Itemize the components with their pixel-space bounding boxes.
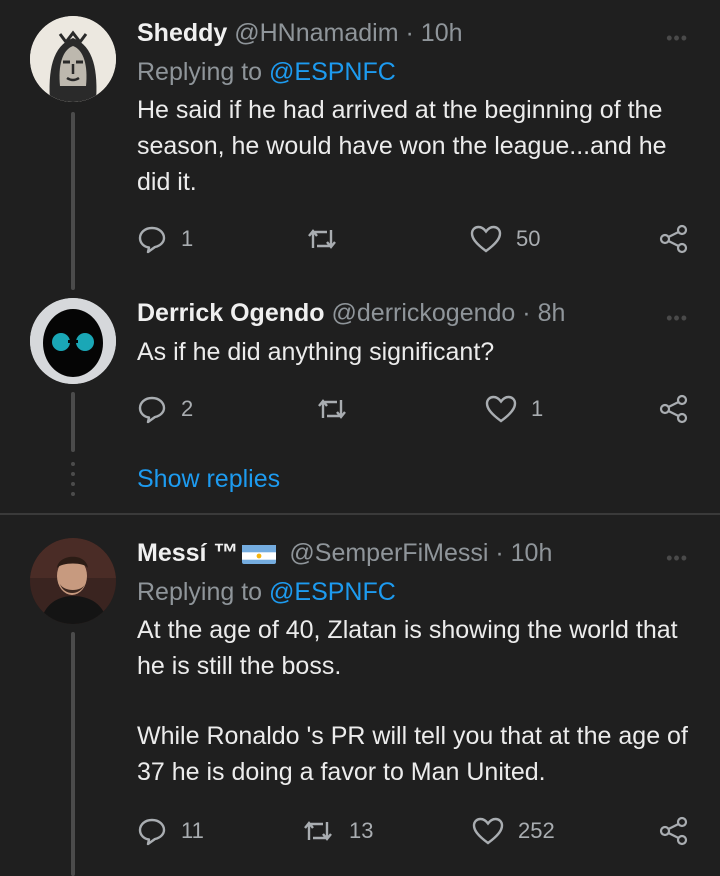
argentina-flag-icon <box>242 542 277 564</box>
divider <box>0 513 720 515</box>
more-icon[interactable]: ••• <box>666 28 688 49</box>
like-icon <box>470 225 502 253</box>
replying-to: Replying to @ESPNFC <box>137 574 688 610</box>
avatar[interactable] <box>30 16 116 102</box>
tweet-text: He said if he had arrived at the beginni… <box>137 96 667 196</box>
sunglasses-avatar <box>30 298 116 384</box>
share-button[interactable] <box>659 224 689 254</box>
tweet-header: Messí ™ @SemperFiMessi · 10h <box>137 536 688 570</box>
reply-icon <box>138 226 166 254</box>
tweet-1[interactable]: Sheddy @HNnamadim · 10h ••• Replying to … <box>0 0 720 300</box>
like-button[interactable]: 1 <box>485 394 543 424</box>
reply-count: 11 <box>181 818 204 843</box>
retweet-button[interactable] <box>315 394 363 424</box>
reply-icon <box>138 818 166 846</box>
reply-count: 1 <box>181 226 194 251</box>
like-icon <box>472 817 504 845</box>
avatar[interactable] <box>30 298 116 384</box>
retweet-icon <box>318 399 346 419</box>
tweet-3[interactable]: Messí ™ @SemperFiMessi · 10h ••• Replyin… <box>0 536 720 876</box>
like-count: 50 <box>516 226 541 251</box>
action-bar: 11 13 252 <box>137 816 697 856</box>
retweet-button[interactable]: 13 <box>301 816 373 846</box>
share-button[interactable] <box>659 394 689 424</box>
tweet-content: Sheddy @HNnamadim · 10h ••• Replying to … <box>137 16 688 200</box>
avatar[interactable] <box>30 538 116 624</box>
like-count: 252 <box>518 818 555 843</box>
mention-link[interactable]: @ESPNFC <box>269 58 396 86</box>
tweet-content: Derrick Ogendo @derrickogendo · 8h ••• A… <box>137 296 688 370</box>
share-icon <box>659 816 688 846</box>
thread-line <box>71 632 75 876</box>
show-replies-link[interactable]: Show replies <box>137 465 280 494</box>
share-icon <box>659 224 688 254</box>
share-button[interactable] <box>659 816 689 846</box>
replying-prefix: Replying to <box>137 578 263 606</box>
handle[interactable]: @SemperFiMessi <box>289 539 488 567</box>
thread-line <box>71 392 75 452</box>
thread-line <box>71 112 75 290</box>
like-icon <box>485 395 517 423</box>
tweet-text: While Ronaldo 's PR will tell you that a… <box>137 722 688 786</box>
tweet-content: Messí ™ @SemperFiMessi · 10h ••• Replyin… <box>137 536 688 790</box>
timestamp[interactable]: · 10h <box>406 19 463 47</box>
like-count: 1 <box>531 396 544 421</box>
timestamp[interactable]: · 10h <box>495 539 552 567</box>
retweet-icon <box>308 229 336 249</box>
share-icon <box>659 394 688 424</box>
like-button[interactable]: 252 <box>472 816 555 846</box>
display-name[interactable]: Sheddy <box>137 19 227 47</box>
retweet-count: 13 <box>349 818 374 843</box>
action-bar: 1 50 <box>137 224 697 264</box>
more-icon[interactable]: ••• <box>666 308 688 329</box>
display-name[interactable]: Derrick Ogendo <box>137 299 325 327</box>
face-sketch-avatar <box>30 16 116 102</box>
handle[interactable]: @derrickogendo <box>332 299 516 327</box>
like-button[interactable]: 50 <box>470 224 540 254</box>
timestamp[interactable]: · 8h <box>522 299 565 327</box>
replying-prefix: Replying to <box>137 58 263 86</box>
retweet-icon <box>304 821 332 841</box>
display-name[interactable]: Messí ™ <box>137 539 238 567</box>
replying-to: Replying to @ESPNFC <box>137 54 688 90</box>
tweet-header: Derrick Ogendo @derrickogendo · 8h <box>137 296 688 330</box>
handle[interactable]: @HNnamadim <box>234 19 398 47</box>
retweet-button[interactable] <box>305 224 353 254</box>
player-photo-avatar <box>30 538 116 624</box>
reply-button[interactable]: 11 <box>137 816 204 846</box>
action-bar: 2 1 <box>137 394 697 434</box>
tweet-text: As if he did anything significant? <box>137 338 495 366</box>
thread-dots <box>71 462 75 502</box>
more-icon[interactable]: ••• <box>666 548 688 569</box>
reply-button[interactable]: 2 <box>137 394 193 424</box>
tweet-header: Sheddy @HNnamadim · 10h <box>137 16 688 50</box>
reply-button[interactable]: 1 <box>137 224 193 254</box>
mention-link[interactable]: @ESPNFC <box>269 578 396 606</box>
tweet-2[interactable]: Derrick Ogendo @derrickogendo · 8h ••• A… <box>0 296 720 466</box>
tweet-text: At the age of 40, Zlatan is showing the … <box>137 616 678 680</box>
reply-count: 2 <box>181 396 194 421</box>
reply-icon <box>138 396 166 424</box>
